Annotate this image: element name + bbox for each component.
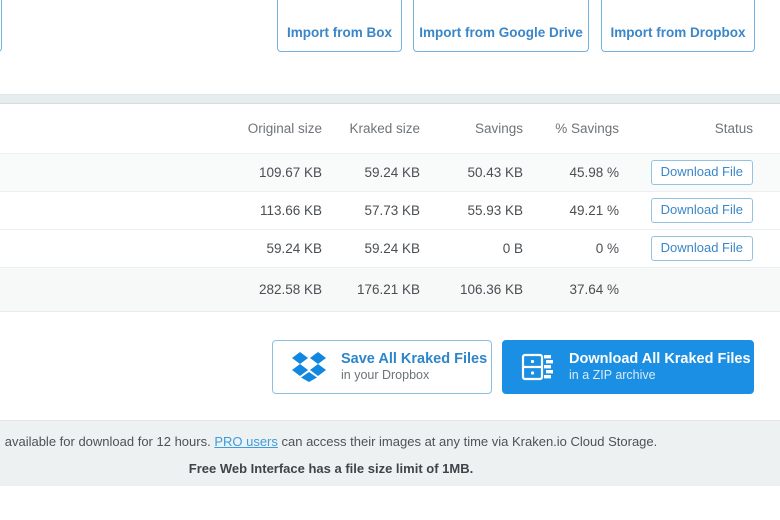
import-toolbar: Import from Box Import from Google Drive…: [0, 0, 780, 78]
download-file-button[interactable]: Download File: [650, 197, 753, 224]
header-original-size: Original size: [247, 121, 322, 136]
save-all-to-dropbox-button[interactable]: Save All Kraked Files in your Dropbox: [272, 340, 492, 394]
header-savings: Savings: [474, 121, 523, 136]
row-savings: 55.93 KB: [467, 203, 523, 218]
download-all-zip-title: Download All Kraked Files: [569, 351, 751, 368]
save-all-to-dropbox-subtitle: in your Dropbox: [341, 368, 430, 383]
import-button-clipped[interactable]: [0, 0, 2, 52]
row-percent-savings: 0 %: [595, 241, 619, 256]
import-from-google-drive-button[interactable]: Import from Google Drive: [413, 0, 589, 52]
import-from-dropbox-button[interactable]: Import from Dropbox: [601, 0, 755, 52]
row-original-size: 109.67 KB: [258, 165, 322, 180]
row-savings: 50.43 KB: [467, 165, 523, 180]
download-file-button[interactable]: Download File: [650, 159, 753, 186]
save-all-to-dropbox-text: Save All Kraked Files in your Dropbox: [341, 350, 487, 384]
row-percent-savings: 45.98 %: [569, 165, 619, 180]
pro-users-link[interactable]: PRO users: [214, 434, 278, 449]
row-status: Download File: [625, 235, 780, 262]
import-from-google-drive-label: Import from Google Drive: [419, 25, 583, 40]
import-from-dropbox-label: Import from Dropbox: [610, 25, 746, 40]
page-bottom-area: [0, 486, 780, 520]
download-all-zip-text: Download All Kraked Files in a ZIP archi…: [569, 350, 751, 384]
row-percent-savings: 49.21 %: [569, 203, 619, 218]
download-all-zip-button[interactable]: Download All Kraked Files in a ZIP archi…: [502, 340, 754, 394]
totals-percent-savings: 37.64 %: [569, 282, 619, 297]
row-kraked-size: 59.24 KB: [364, 165, 420, 180]
footer-text-after: can access their images at any time via …: [277, 434, 658, 449]
footer-notice: available for download for 12 hours. PRO…: [0, 420, 780, 486]
row-savings: 0 B: [502, 241, 523, 256]
row-status: Download File: [625, 197, 780, 224]
header-kraked-size: Kraked size: [349, 121, 420, 136]
footer-text-before: available for download for 12 hours.: [4, 434, 215, 449]
dropbox-icon: [291, 351, 327, 383]
results-table: Original size Kraked size Savings % Savi…: [0, 104, 780, 312]
kraken-results-page: Import from Box Import from Google Drive…: [0, 0, 780, 520]
download-file-button[interactable]: Download File: [650, 235, 753, 262]
table-row: 113.66 KB 57.73 KB 55.93 KB 49.21 % Down…: [0, 192, 780, 230]
footer-line-2: Free Web Interface has a file size limit…: [188, 460, 474, 476]
row-original-size: 59.24 KB: [266, 241, 322, 256]
table-row: 109.67 KB 59.24 KB 50.43 KB 45.98 % Down…: [0, 154, 780, 192]
row-kraked-size: 57.73 KB: [364, 203, 420, 218]
import-from-box-button[interactable]: Import from Box: [277, 0, 402, 52]
totals-savings: 106.36 KB: [459, 282, 523, 297]
download-all-zip-subtitle: in a ZIP archive: [569, 368, 656, 383]
table-totals-row: 282.58 KB 176.21 KB 106.36 KB 37.64 %: [0, 268, 780, 312]
save-all-to-dropbox-title: Save All Kraked Files: [341, 351, 488, 368]
footer-line-1: available for download for 12 hours. PRO…: [0, 432, 780, 452]
header-status: Status: [714, 121, 753, 136]
row-kraked-size: 59.24 KB: [364, 241, 420, 256]
header-percent-savings: % Savings: [555, 121, 619, 136]
table-row: 59.24 KB 59.24 KB 0 B 0 % Download File: [0, 230, 780, 268]
totals-kraked-size: 176.21 KB: [356, 282, 420, 297]
import-from-box-label: Import from Box: [286, 25, 392, 40]
row-status: Download File: [625, 159, 780, 186]
row-original-size: 113.66 KB: [259, 203, 322, 218]
zip-archive-icon: [521, 351, 555, 383]
table-header-row: Original size Kraked size Savings % Savi…: [0, 104, 780, 154]
bulk-actions: Save All Kraked Files in your Dropbox Do…: [0, 340, 780, 396]
section-divider: [0, 94, 780, 104]
totals-original-size: 282.58 KB: [258, 282, 322, 297]
